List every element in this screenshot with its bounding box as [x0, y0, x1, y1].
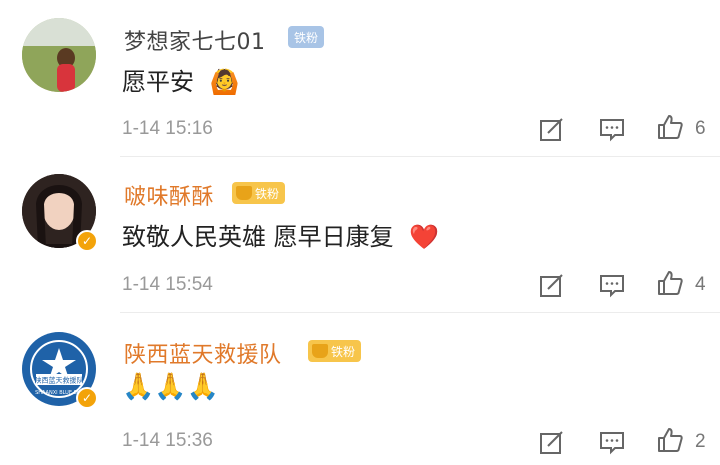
comment-text: 愿平安 🙆	[122, 62, 240, 97]
username[interactable]: 陕西蓝天救援队	[124, 337, 282, 369]
comment-icon[interactable]	[598, 115, 626, 143]
heart-icon: ❤️	[409, 223, 440, 251]
timestamp: 1-14 15:54	[122, 274, 213, 295]
username[interactable]: 啵味酥酥	[124, 179, 214, 211]
crown-icon	[236, 186, 252, 200]
timestamp: 1-14 15:36	[122, 430, 213, 451]
timestamp: 1-14 15:16	[122, 118, 213, 139]
verified-icon: ✓	[76, 387, 98, 409]
fan-badge-label: 铁粉	[255, 186, 280, 201]
divider	[120, 312, 720, 313]
like-icon[interactable]	[656, 269, 684, 297]
repost-icon[interactable]	[538, 428, 566, 456]
like-count: 2	[695, 431, 706, 452]
comment-text-body: 愿平安	[122, 68, 194, 96]
avatar-text: 陕西蓝天救援队	[35, 376, 84, 385]
comment-text: 🙏🙏🙏	[122, 372, 220, 402]
like-icon[interactable]	[656, 113, 684, 141]
like-count: 6	[695, 118, 706, 139]
like-icon[interactable]	[656, 426, 684, 454]
crown-icon	[312, 344, 328, 358]
fan-badge[interactable]: 铁粉	[232, 182, 286, 204]
like-count: 4	[695, 274, 706, 295]
fan-badge-label: 铁粉	[331, 344, 356, 359]
divider	[120, 156, 720, 157]
emoji-icon: 🙆	[209, 68, 240, 96]
repost-icon[interactable]	[538, 115, 566, 143]
avatar[interactable]	[22, 18, 96, 92]
avatar-photo	[22, 18, 96, 92]
comment-text-body: 致敬人民英雄 愿早日康复	[122, 223, 394, 251]
comment-icon[interactable]	[598, 428, 626, 456]
fan-badge[interactable]: 铁粉	[308, 340, 362, 362]
comment-icon[interactable]	[598, 271, 626, 299]
fan-badge[interactable]: 铁粉	[288, 26, 325, 48]
verified-icon: ✓	[76, 230, 98, 252]
repost-icon[interactable]	[538, 271, 566, 299]
username[interactable]: 梦想家七七01	[124, 24, 266, 56]
comment-text: 致敬人民英雄 愿早日康复 ❤️	[122, 217, 439, 252]
